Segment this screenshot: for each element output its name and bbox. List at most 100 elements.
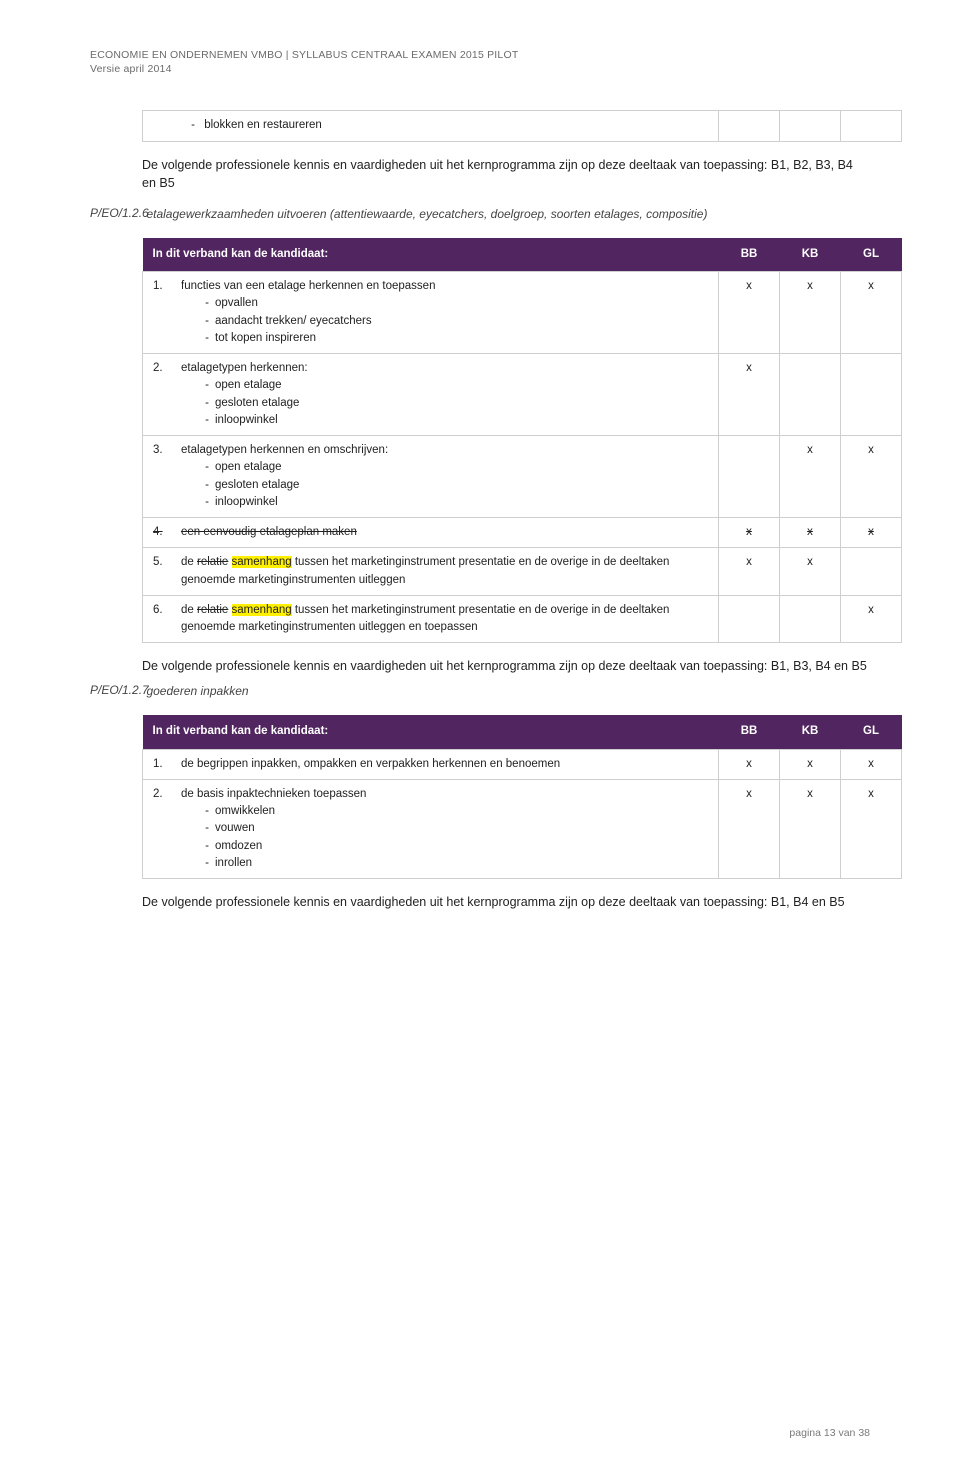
page: ECONOMIE EN ONDERNEMEN VMBO | SYLLABUS C… bbox=[0, 0, 960, 1475]
dash-icon: - bbox=[199, 395, 215, 412]
pre-gl bbox=[841, 111, 902, 141]
r6-pre: de bbox=[181, 604, 197, 616]
header-line-2: Versie april 2014 bbox=[90, 62, 870, 76]
table-row-6: 6. de relatie samenhang tussen het marke… bbox=[143, 595, 902, 643]
r1-gl: x bbox=[841, 272, 902, 354]
page-content: - blokken en restaureren De volgende pro… bbox=[90, 110, 870, 911]
dash-icon: - bbox=[199, 855, 215, 872]
th-label: In dit verband kan de kandidaat: bbox=[143, 715, 719, 749]
r3-gl: x bbox=[841, 436, 902, 518]
r1-bb: x bbox=[719, 272, 780, 354]
r5-strike: relatie bbox=[197, 556, 228, 568]
r6-highlight: samenhang bbox=[232, 604, 292, 616]
r2-text: etalagetypen herkennen: bbox=[181, 362, 308, 374]
table-127: In dit verband kan de kandidaat: BB KB G… bbox=[142, 715, 902, 879]
t127-r1-desc: de begrippen inpakken, ompakken en verpa… bbox=[175, 749, 719, 779]
r2-kb bbox=[780, 354, 841, 436]
page-footer: pagina 13 van 38 bbox=[789, 1427, 870, 1439]
t127-r1-num: 1. bbox=[143, 749, 176, 779]
table-row-1: 1. functies van een etalage herkennen en… bbox=[143, 272, 902, 354]
dash-icon: - bbox=[199, 803, 215, 820]
section-127-heading: P/EO/1.2.7 goederen inpakken bbox=[142, 683, 870, 701]
r3-sub1: open etalage bbox=[215, 461, 282, 473]
r3-sub2: gesloten etalage bbox=[215, 479, 299, 491]
r6-desc: de relatie samenhang tussen het marketin… bbox=[175, 595, 719, 643]
r3-bb bbox=[719, 436, 780, 518]
r6-bb bbox=[719, 595, 780, 643]
r5-highlight: samenhang bbox=[232, 556, 292, 568]
dash-icon: - bbox=[185, 117, 201, 134]
r4-bb: x bbox=[719, 518, 780, 548]
pre-bb bbox=[719, 111, 780, 141]
r5-gl bbox=[841, 548, 902, 596]
section-126-code: P/EO/1.2.6 bbox=[90, 206, 142, 220]
r6-kb bbox=[780, 595, 841, 643]
r4-kb: x bbox=[780, 518, 841, 548]
section-127-code: P/EO/1.2.7 bbox=[90, 683, 142, 697]
r2-desc: etalagetypen herkennen: -open etalage -g… bbox=[175, 354, 719, 436]
dash-icon: - bbox=[199, 477, 215, 494]
t127-r2-sub2: vouwen bbox=[215, 822, 255, 834]
t127-r2-gl: x bbox=[841, 779, 902, 878]
dash-icon: - bbox=[199, 412, 215, 429]
dash-icon: - bbox=[199, 330, 215, 347]
r6-strike: relatie bbox=[197, 604, 228, 616]
r5-kb: x bbox=[780, 548, 841, 596]
table-row-2: 2. etalagetypen herkennen: -open etalage… bbox=[143, 354, 902, 436]
table-row-1: 1. de begrippen inpakken, ompakken en ve… bbox=[143, 749, 902, 779]
th-label: In dit verband kan de kandidaat: bbox=[143, 238, 719, 272]
t127-r2-desc: de basis inpaktechnieken toepassen -omwi… bbox=[175, 779, 719, 878]
dash-icon: - bbox=[199, 313, 215, 330]
th-bb: BB bbox=[719, 715, 780, 749]
dash-icon: - bbox=[199, 377, 215, 394]
pre-dash-cell bbox=[143, 111, 176, 141]
table-126: In dit verband kan de kandidaat: BB KB G… bbox=[142, 238, 902, 644]
r4-text: een eenvoudig etalageplan maken bbox=[181, 526, 357, 538]
section-126-title: etalagewerkzaamheden uitvoeren (attentie… bbox=[146, 206, 836, 223]
r2-num: 2. bbox=[143, 354, 176, 436]
th-gl: GL bbox=[841, 238, 902, 272]
section-127-title: goederen inpakken bbox=[146, 683, 836, 700]
t127-r2-num: 2. bbox=[143, 779, 176, 878]
r6-num: 6. bbox=[143, 595, 176, 643]
r2-sub2: gesloten etalage bbox=[215, 397, 299, 409]
r1-sub1: opvallen bbox=[215, 297, 258, 309]
t127-r2-sub1: omwikkelen bbox=[215, 805, 275, 817]
pre-kb bbox=[780, 111, 841, 141]
th-gl: GL bbox=[841, 715, 902, 749]
dash-icon: - bbox=[199, 295, 215, 312]
r5-bb: x bbox=[719, 548, 780, 596]
r1-desc: functies van een etalage herkennen en to… bbox=[175, 272, 719, 354]
r1-sub2: aandacht trekken/ eyecatchers bbox=[215, 315, 372, 327]
t127-r2-sub4: inrollen bbox=[215, 857, 252, 869]
t127-r2-bb: x bbox=[719, 779, 780, 878]
r3-text: etalagetypen herkennen en omschrijven: bbox=[181, 444, 388, 456]
r3-sub3: inloopwinkel bbox=[215, 496, 278, 508]
r5-num: 5. bbox=[143, 548, 176, 596]
th-kb: KB bbox=[780, 238, 841, 272]
mid-paragraph: De volgende professionele kennis en vaar… bbox=[142, 657, 870, 675]
r1-sub3: tot kopen inspireren bbox=[215, 332, 316, 344]
r3-desc: etalagetypen herkennen en omschrijven: -… bbox=[175, 436, 719, 518]
table-row-2: 2. de basis inpaktechnieken toepassen -o… bbox=[143, 779, 902, 878]
section-126-heading: P/EO/1.2.6 etalagewerkzaamheden uitvoere… bbox=[142, 206, 870, 224]
table-row-3: 3. etalagetypen herkennen en omschrijven… bbox=[143, 436, 902, 518]
r2-bb: x bbox=[719, 354, 780, 436]
pre-bullet-cell: - blokken en restaureren bbox=[175, 111, 719, 141]
end-paragraph: De volgende professionele kennis en vaar… bbox=[142, 893, 870, 911]
header-line-1: ECONOMIE EN ONDERNEMEN VMBO | SYLLABUS C… bbox=[90, 48, 870, 62]
r4-num: 4. bbox=[143, 518, 176, 548]
preblock-bullet-1: blokken en restaureren bbox=[204, 119, 322, 131]
t127-r1-gl: x bbox=[841, 749, 902, 779]
r1-kb: x bbox=[780, 272, 841, 354]
r3-kb: x bbox=[780, 436, 841, 518]
dash-icon: - bbox=[199, 459, 215, 476]
table-row-4: 4. een eenvoudig etalageplan maken x x x bbox=[143, 518, 902, 548]
dash-icon: - bbox=[199, 494, 215, 511]
preblock-table: - blokken en restaureren bbox=[142, 110, 902, 141]
r2-sub1: open etalage bbox=[215, 379, 282, 391]
t127-r1-text: de begrippen inpakken, ompakken en verpa… bbox=[181, 758, 560, 770]
preblock-paragraph: De volgende professionele kennis en vaar… bbox=[142, 156, 870, 192]
t127-r1-bb: x bbox=[719, 749, 780, 779]
r1-num: 1. bbox=[143, 272, 176, 354]
